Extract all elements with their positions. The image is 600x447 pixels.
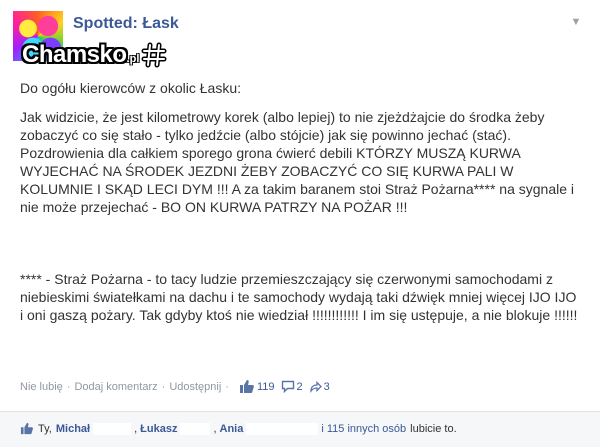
separator: · [225, 380, 229, 393]
liker-name[interactable]: Ania [220, 423, 244, 435]
unlike-link[interactable]: Nie lubię [20, 381, 63, 393]
separator: · [66, 380, 71, 393]
post-text-main: Jak widzicie, że jest kilometrowy korek … [20, 109, 575, 215]
comment-count[interactable]: 2 [281, 380, 303, 393]
add-comment-link[interactable]: Dodaj komentarz [74, 381, 157, 393]
page-name-link[interactable]: Spotted: Łask [73, 15, 179, 33]
comment-count-value: 2 [296, 380, 303, 393]
chevron-down-icon[interactable]: ▼ [568, 15, 584, 29]
post-text-footnote: **** - Straż Pożarna - to tacy ludzie pr… [20, 271, 578, 323]
share-count-value: 3 [323, 380, 330, 393]
comment-bubble-icon [281, 380, 294, 393]
watermark-text: Chamsko [22, 41, 127, 68]
redacted-area [246, 422, 319, 435]
like-count-value: 119 [256, 380, 275, 393]
separator: , [134, 422, 138, 435]
thumbs-up-icon [20, 422, 33, 435]
likes-suffix: lubicie to. [410, 422, 457, 435]
post-text-intro: Do ogółu kierowców z okolic Łasku: [20, 80, 241, 96]
separator: · [161, 380, 166, 393]
chamsko-watermark: Chamsko .pl [22, 41, 167, 69]
liker-name[interactable]: Michał [56, 423, 90, 435]
hash-icon [141, 42, 167, 68]
watermark-suffix: .pl [126, 53, 140, 65]
redacted-area [93, 422, 132, 435]
liker-name[interactable]: Łukasz [140, 423, 177, 435]
like-count[interactable]: 119 [239, 379, 275, 394]
post-actions: Nie lubię · Dodaj komentarz · Udostępnij… [20, 379, 330, 394]
share-count[interactable]: 3 [309, 380, 330, 393]
share-link[interactable]: Udostępnij [169, 381, 221, 393]
facebook-post: Spotted: Łask ▼ Chamsko .pl Do ogółu kie… [0, 0, 600, 447]
redacted-area [180, 422, 211, 435]
others-link[interactable]: i 115 innych osób [321, 423, 406, 435]
likes-summary: Ty, Michał , Łukasz , Ania i 115 innych … [0, 412, 600, 447]
separator: , [213, 422, 217, 435]
likes-you: Ty, [38, 422, 52, 435]
likes-summary-line: Ty, Michał , Łukasz , Ania i 115 innych … [20, 422, 457, 435]
thumbs-up-icon [239, 380, 254, 393]
share-arrow-icon [309, 380, 322, 393]
